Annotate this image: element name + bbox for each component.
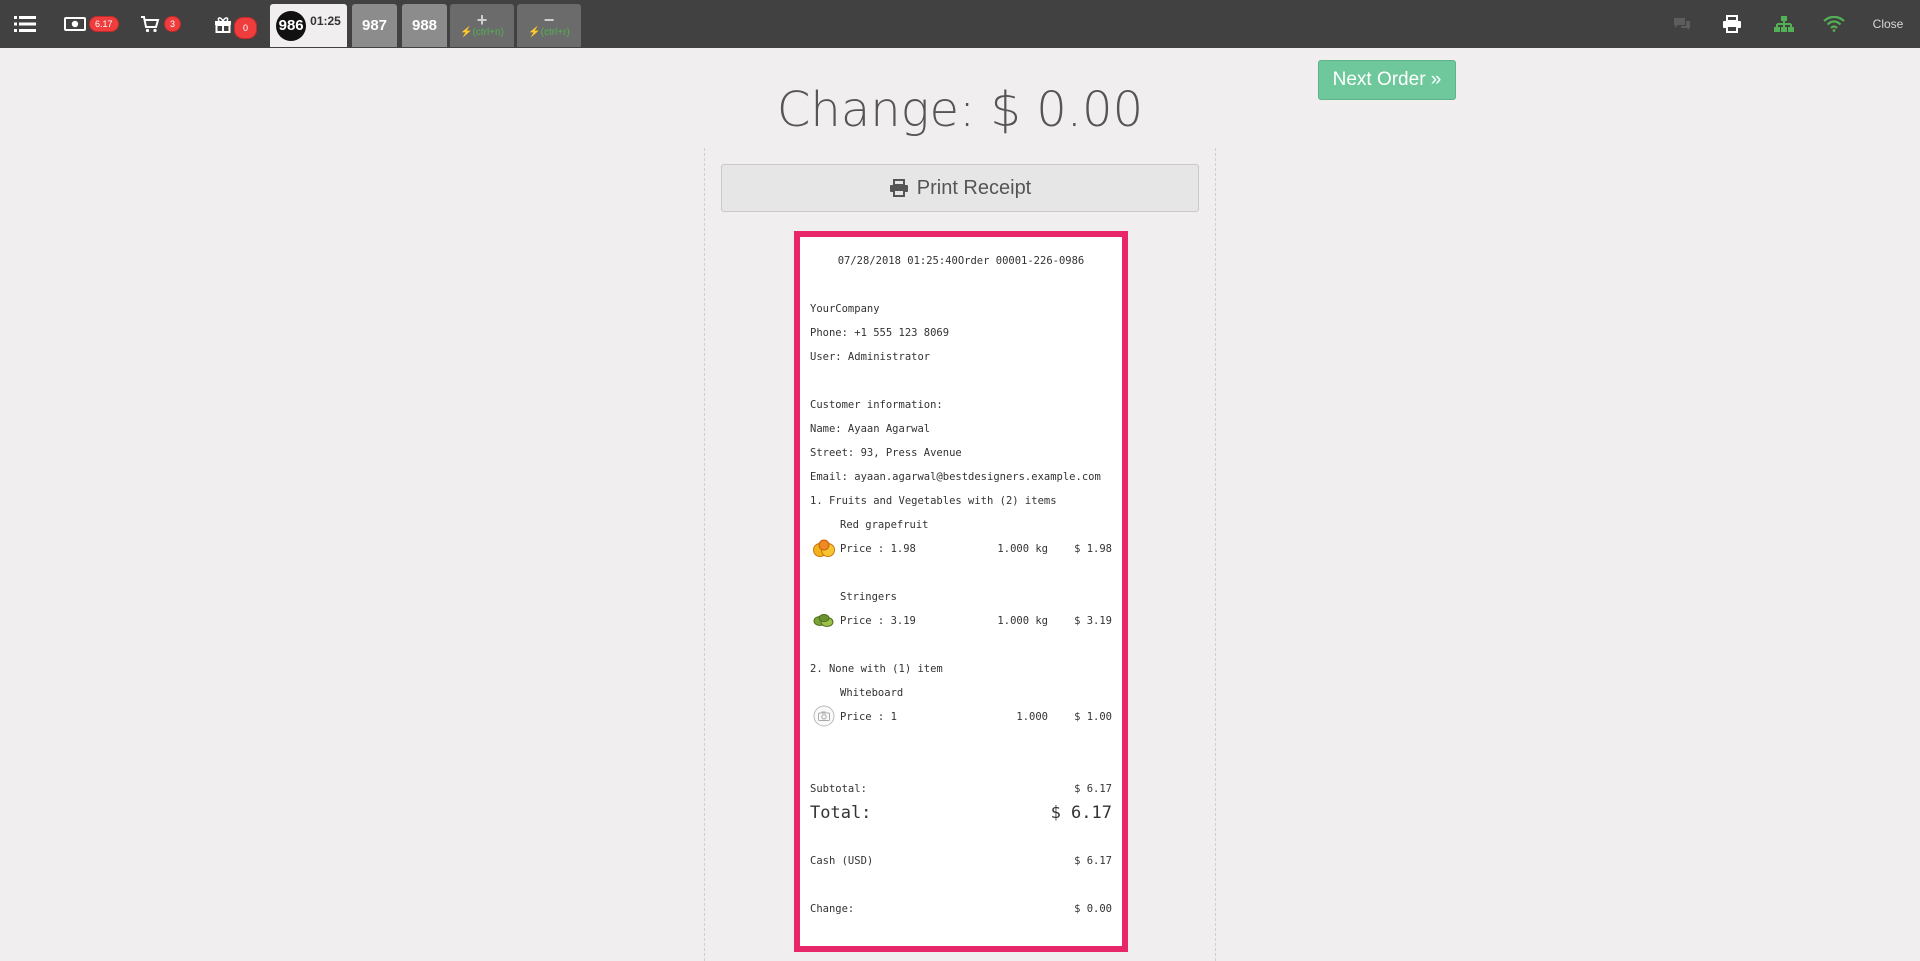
- product-price: Price : 3.19: [840, 615, 916, 627]
- gift-badge: 0: [234, 17, 258, 39]
- product-price: Price : 1: [840, 711, 897, 723]
- receipt-highlight-frame: 07/28/2018 01:25:40Order 00001-226-0986 …: [794, 231, 1128, 952]
- top-bar: 6.17 3 0 986 01:25 987 988 + ⚡(ctrl+n) −…: [0, 0, 1920, 48]
- receipt-company: YourCompany: [810, 303, 880, 315]
- chat-icon: [1674, 18, 1690, 30]
- gift-icon: [215, 17, 231, 33]
- order-tab-current[interactable]: 986 01:25: [270, 4, 347, 47]
- print-receipt-button[interactable]: Print Receipt: [721, 164, 1199, 212]
- network-status-button[interactable]: [1822, 0, 1846, 48]
- bolt-icon: ⚡: [460, 27, 473, 38]
- receipt-header: 07/28/2018 01:25:40Order 00001-226-0986: [837, 255, 1085, 267]
- receipt: 07/28/2018 01:25:40Order 00001-226-0986 …: [800, 237, 1122, 946]
- sitemap-icon: [1774, 16, 1794, 32]
- stringers-image: [813, 614, 834, 627]
- new-order-shortcut: ⚡(ctrl+n): [460, 27, 504, 38]
- bolt-icon: ⚡: [528, 27, 541, 38]
- printer-status-button[interactable]: [1720, 0, 1744, 48]
- receipt-change-value: $ 0.00: [1074, 903, 1112, 915]
- close-button[interactable]: Close: [1868, 0, 1908, 48]
- order-tab-988[interactable]: 988: [402, 4, 447, 47]
- placeholder-camera-image: [813, 705, 835, 727]
- product-qty: 1.000 kg: [997, 615, 1048, 627]
- menu-button[interactable]: [14, 0, 36, 48]
- total-label: Total:: [810, 803, 872, 823]
- category-title: 2. None with (1) item: [810, 663, 943, 675]
- print-receipt-label: Print Receipt: [916, 176, 1032, 199]
- current-order-number: 986: [276, 10, 307, 41]
- product-amount: $ 3.19: [1074, 615, 1112, 627]
- product-qty: 1.000: [1016, 711, 1048, 723]
- cash-control-button[interactable]: 6.17: [64, 0, 119, 48]
- delete-order-shortcut-label: (ctrl+r): [540, 27, 570, 38]
- current-order-time: 01:25: [310, 13, 341, 28]
- printer-icon: [1723, 15, 1741, 33]
- receipt-change-label: Change:: [810, 903, 855, 915]
- category-title: 1. Fruits and Vegetables with (2) items: [810, 495, 1057, 507]
- total-value: $ 6.17: [1050, 803, 1112, 823]
- grapefruit-image: [813, 539, 835, 557]
- money-icon: [64, 17, 86, 31]
- order-tab-987[interactable]: 987: [352, 4, 397, 47]
- messages-button[interactable]: [1670, 0, 1694, 48]
- customer-name: Name: Ayaan Agarwal: [810, 423, 931, 435]
- product-amount: $ 1.98: [1074, 543, 1112, 555]
- delete-order-shortcut: ⚡(ctrl+r): [528, 27, 570, 38]
- cart-badge: 3: [164, 16, 182, 32]
- receipt-phone: Phone: +1 555 123 8069: [810, 327, 950, 339]
- gift-button[interactable]: 0: [214, 0, 258, 48]
- receipt-user: User: Administrator: [810, 351, 931, 363]
- product-price: Price : 1.98: [840, 543, 916, 555]
- cash-badge: 6.17: [89, 16, 119, 32]
- product-amount: $ 1.00: [1074, 711, 1112, 723]
- new-order-shortcut-label: (ctrl+n): [472, 27, 504, 38]
- next-order-button[interactable]: Next Order »: [1318, 60, 1456, 100]
- new-order-button[interactable]: + ⚡(ctrl+n): [450, 4, 514, 47]
- product-qty: 1.000 kg: [997, 543, 1048, 555]
- change-amount-title: Change: $ 0.00: [776, 82, 1144, 138]
- subtotal-label: Subtotal:: [810, 783, 867, 795]
- delete-order-button[interactable]: − ⚡(ctrl+r): [517, 4, 581, 47]
- customer-email: Email: ayaan.agarwal@bestdesigners.examp…: [810, 471, 1101, 483]
- list-menu-icon: [14, 16, 36, 32]
- plus-icon: +: [476, 10, 488, 30]
- product-name: Whiteboard: [840, 687, 904, 699]
- payment-method-label: Cash (USD): [810, 855, 874, 867]
- cart-icon: [141, 16, 160, 33]
- cart-button[interactable]: 3: [140, 0, 182, 48]
- product-name: Red grapefruit: [840, 519, 929, 531]
- printer-icon: [889, 179, 908, 197]
- customer-heading: Customer information:: [810, 399, 943, 411]
- proxy-status-button[interactable]: [1772, 0, 1796, 48]
- customer-street: Street: 93, Press Avenue: [810, 447, 962, 459]
- order-tab-label: 988: [411, 17, 438, 34]
- subtotal-value: $ 6.17: [1074, 783, 1112, 795]
- order-tab-label: 987: [361, 17, 388, 34]
- minus-icon: −: [543, 10, 555, 30]
- payment-amount: $ 6.17: [1074, 855, 1112, 867]
- product-name: Stringers: [840, 591, 897, 603]
- wifi-icon: [1823, 16, 1845, 32]
